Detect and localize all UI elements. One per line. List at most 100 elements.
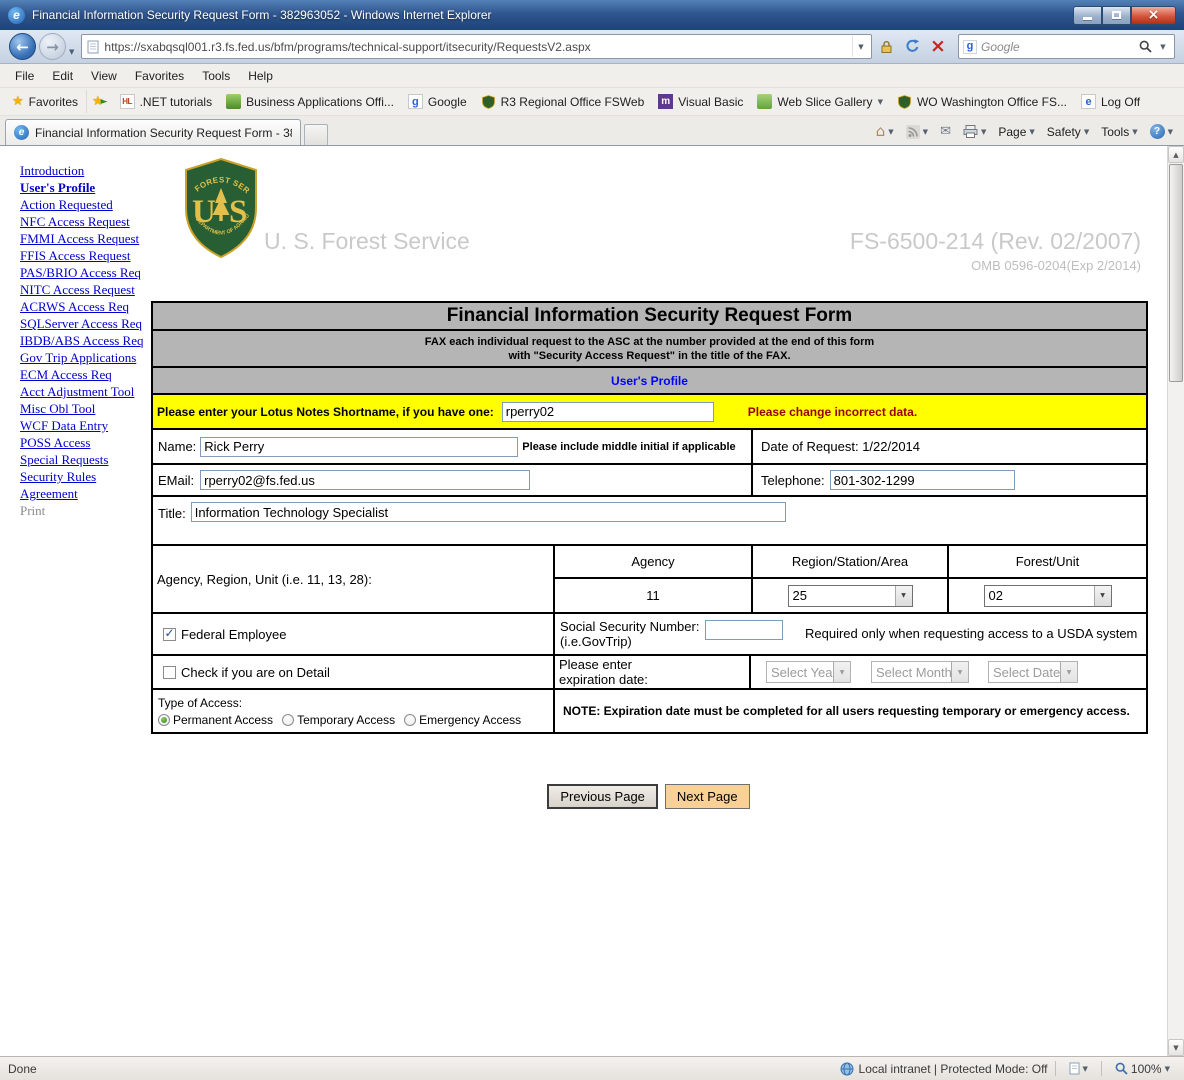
favorite-business-applications[interactable]: Business Applications Offi... — [219, 90, 401, 113]
sidebar-item-misc-obl[interactable]: Misc Obl Tool — [20, 400, 150, 417]
scrollbar-down-button[interactable]: ▼ — [1168, 1039, 1184, 1056]
home-button[interactable]: ⌂ ▼ — [870, 121, 900, 142]
maximize-button[interactable] — [1102, 6, 1131, 25]
favorite-r3-fsweb[interactable]: R3 Regional Office FSWeb — [474, 90, 652, 113]
region-select[interactable]: 25 ▼ — [788, 585, 913, 607]
telephone-input[interactable] — [830, 470, 1015, 490]
lotus-shortname-input[interactable] — [502, 402, 714, 422]
log-off-icon: e — [1081, 94, 1096, 109]
sidebar-item-action-requested[interactable]: Action Requested — [20, 196, 150, 213]
expiration-label-line2: expiration date: — [559, 672, 749, 687]
permanent-access-radio[interactable] — [158, 714, 170, 726]
search-input[interactable] — [981, 40, 1136, 54]
google-icon: g — [408, 94, 423, 109]
forest-service-shield-icon — [481, 94, 496, 109]
search-box: g ▼ — [958, 34, 1175, 59]
favorite-google[interactable]: g Google — [401, 90, 474, 113]
minimize-button[interactable] — [1073, 6, 1102, 25]
sidebar-item-nfc-access[interactable]: NFC Access Request — [20, 213, 150, 230]
sidebar-item-wcf-data-entry[interactable]: WCF Data Entry — [20, 417, 150, 434]
sidebar-item-ecm-access[interactable]: ECM Access Req — [20, 366, 150, 383]
scrollbar-up-button[interactable]: ▲ — [1168, 146, 1184, 163]
read-mail-button[interactable]: ✉ — [934, 122, 957, 141]
sidebar-item-ffis-access[interactable]: FFIS Access Request — [20, 247, 150, 264]
sidebar-item-ibdb-abs-access[interactable]: IBDB/ABS Access Req — [20, 332, 150, 349]
sidebar-item-introduction[interactable]: Introduction — [20, 162, 150, 179]
new-tab-stub[interactable] — [304, 124, 328, 145]
favorite-web-slice-gallery[interactable]: Web Slice Gallery ▼ — [750, 90, 890, 113]
sidebar-item-acrws-access[interactable]: ACRWS Access Req — [20, 298, 150, 315]
name-input[interactable] — [200, 437, 518, 457]
sidebar-item-users-profile[interactable]: User's Profile — [20, 179, 150, 196]
forward-button[interactable]: → — [39, 33, 66, 60]
scrollbar-thumb[interactable] — [1169, 164, 1183, 382]
menu-item-file[interactable]: File — [6, 66, 43, 86]
forest-unit-select[interactable]: 02 ▼ — [984, 585, 1112, 607]
menu-item-help[interactable]: Help — [239, 66, 282, 86]
sidebar-item-sqlserver-access[interactable]: SQLServer Access Req — [20, 315, 150, 332]
form-navigation: Previous Page Next Page — [150, 784, 1147, 809]
tools-menu-button[interactable]: Tools ▼ — [1095, 122, 1143, 142]
sidebar-item-acct-adjustment[interactable]: Acct Adjustment Tool — [20, 383, 150, 400]
help-button[interactable]: ? ▼ — [1144, 121, 1179, 142]
menu-item-tools[interactable]: Tools — [193, 66, 239, 86]
scrollbar-track[interactable] — [1168, 163, 1184, 1039]
form-number: FS-6500-214 (Rev. 02/2007) — [850, 228, 1141, 255]
close-button[interactable]: × — [1131, 6, 1176, 25]
sidebar-item-agreement[interactable]: Agreement — [20, 485, 150, 502]
print-button[interactable]: ▼ — [957, 122, 992, 141]
email-input[interactable] — [200, 470, 530, 490]
permanent-access-label: Permanent Access — [173, 713, 273, 727]
sidebar-item-pas-brio-access[interactable]: PAS/BRIO Access Req — [20, 264, 150, 281]
temporary-access-radio[interactable] — [282, 714, 294, 726]
expiration-year-select[interactable]: Select Year ▼ — [766, 661, 851, 683]
previous-page-button[interactable]: Previous Page — [547, 784, 658, 809]
ie-logo-icon: e — [8, 7, 25, 24]
recent-pages-dropdown[interactable]: ▼ — [69, 48, 74, 56]
zoom-icon — [1115, 1062, 1128, 1075]
menu-item-favorites[interactable]: Favorites — [126, 66, 193, 86]
address-dropdown-button[interactable]: ▼ — [852, 36, 869, 57]
status-page-icon[interactable]: ▼ — [1063, 1059, 1094, 1078]
stop-button[interactable]: × — [926, 34, 950, 59]
safety-menu-button[interactable]: Safety ▼ — [1041, 122, 1095, 142]
sidebar-item-nitc-access[interactable]: NITC Access Request — [20, 281, 150, 298]
ssn-input[interactable] — [705, 620, 783, 640]
security-lock-icon[interactable] — [874, 34, 898, 59]
region-column-header: Region/Station/Area — [751, 546, 947, 577]
star-icon: ★ — [12, 94, 24, 109]
tab-financial-form[interactable]: e Financial Information Security Request… — [5, 119, 301, 145]
add-arrow-icon: ► — [101, 97, 108, 107]
refresh-button[interactable] — [900, 34, 924, 59]
expiration-date-select[interactable]: Select Date ▼ — [988, 661, 1078, 683]
favorite-net-tutorials[interactable]: HL .NET tutorials — [113, 90, 219, 113]
next-page-button[interactable]: Next Page — [665, 784, 750, 809]
sidebar-item-security-rules[interactable]: Security Rules — [20, 468, 150, 485]
title-input[interactable] — [191, 502, 786, 522]
menu-item-edit[interactable]: Edit — [43, 66, 82, 86]
favorite-visual-basic[interactable]: m Visual Basic — [651, 90, 750, 113]
favorite-wo-fsweb[interactable]: WO Washington Office FS... — [890, 90, 1074, 113]
back-button[interactable]: ← — [9, 33, 36, 60]
sidebar-item-poss-access[interactable]: POSS Access — [20, 434, 150, 451]
zoom-level: 100% — [1131, 1062, 1162, 1076]
federal-employee-checkbox[interactable]: ✓ — [163, 628, 176, 641]
add-to-favorites-bar-button[interactable]: ★ ► — [87, 90, 113, 113]
on-detail-checkbox[interactable] — [163, 666, 176, 679]
search-icon[interactable] — [1136, 36, 1154, 57]
feeds-button[interactable]: ▼ — [900, 122, 934, 142]
sidebar-item-special-requests[interactable]: Special Requests — [20, 451, 150, 468]
address-input[interactable] — [104, 40, 852, 54]
section-header: User's Profile — [153, 368, 1146, 395]
menu-item-view[interactable]: View — [82, 66, 126, 86]
page-menu-button[interactable]: Page ▼ — [992, 122, 1040, 142]
emergency-access-radio[interactable] — [404, 714, 416, 726]
page-content: Introduction User's Profile Action Reque… — [0, 146, 1184, 1056]
search-dropdown-button[interactable]: ▼ — [1154, 36, 1172, 57]
favorites-button[interactable]: ★ Favorites — [4, 90, 87, 113]
sidebar-item-fmmi-access[interactable]: FMMI Access Request — [20, 230, 150, 247]
zoom-control[interactable]: 100% ▼ — [1109, 1059, 1176, 1079]
favorite-log-off[interactable]: e Log Off — [1074, 90, 1147, 113]
sidebar-item-gov-trip[interactable]: Gov Trip Applications — [20, 349, 150, 366]
expiration-month-select[interactable]: Select Month ▼ — [871, 661, 969, 683]
